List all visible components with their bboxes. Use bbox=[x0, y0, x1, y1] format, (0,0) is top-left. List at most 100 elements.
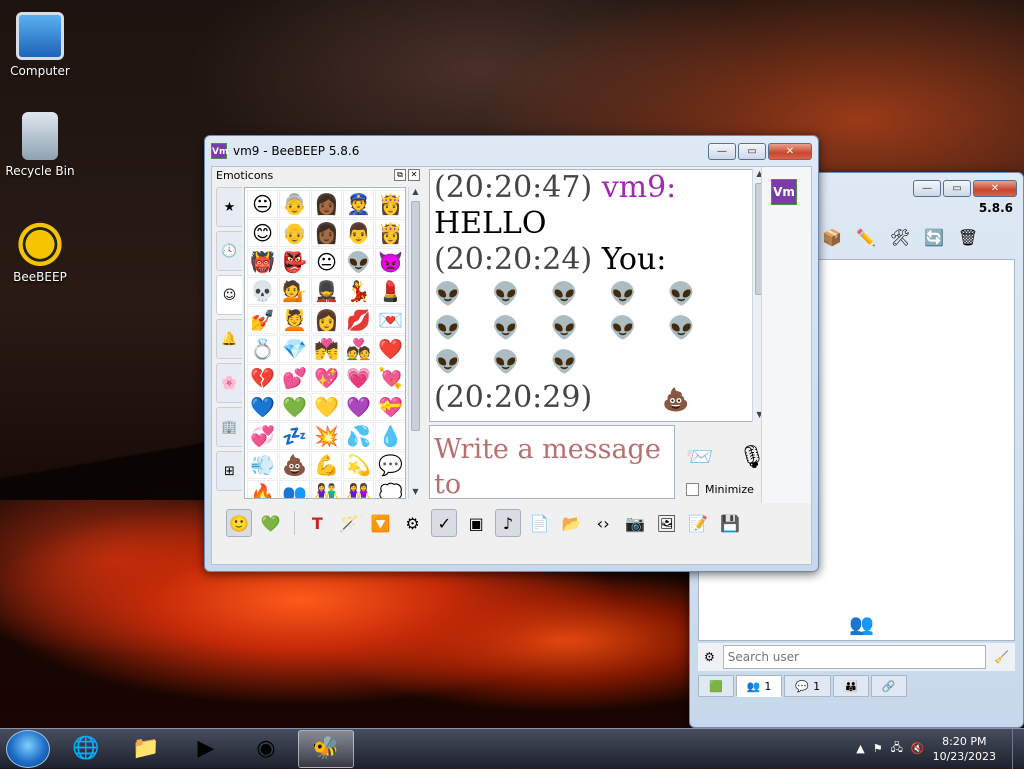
emoticon-cell[interactable]: 💨 bbox=[247, 451, 278, 479]
emoticon-cell[interactable]: 👿 bbox=[375, 248, 405, 276]
emoticon-cell[interactable]: 💀 bbox=[247, 277, 278, 305]
maximize-button[interactable]: ▭ bbox=[738, 142, 766, 160]
emoticon-cell[interactable]: 💪 bbox=[311, 451, 342, 479]
emoticon-cell[interactable]: 🔥 bbox=[247, 480, 278, 498]
emoticon-cell[interactable]: 💄 bbox=[375, 277, 405, 305]
emoticon-cell[interactable]: ❤️ bbox=[375, 335, 405, 363]
emoticon-cell[interactable]: 👩 bbox=[311, 306, 342, 334]
emoticon-cell[interactable]: 👭 bbox=[343, 480, 374, 498]
emoticon-cell[interactable]: 💃 bbox=[343, 277, 374, 305]
emoticon-cell[interactable]: 👸 bbox=[375, 219, 405, 247]
minimize-button[interactable]: — bbox=[708, 142, 736, 160]
close-icon[interactable]: ✕ bbox=[408, 169, 420, 181]
emoticon-cell[interactable]: 💜 bbox=[343, 393, 374, 421]
emoticon-cell[interactable]: 💍 bbox=[247, 335, 278, 363]
emoticon-cell[interactable]: 👩🏾 bbox=[311, 190, 342, 218]
update-icon[interactable]: 🔄 bbox=[922, 225, 946, 249]
emoticon-cell[interactable]: 💭 bbox=[375, 480, 405, 498]
bell-icon[interactable]: 🔔 bbox=[216, 319, 242, 359]
emoticon-cell[interactable]: 👺 bbox=[279, 248, 310, 276]
emoticon-cell[interactable]: 👴 bbox=[279, 219, 310, 247]
send-file-icon[interactable]: 📄 bbox=[527, 509, 553, 537]
desktop-icon-beebeep[interactable]: BeeBEEP bbox=[0, 218, 80, 284]
filter-icon[interactable]: 🔽 bbox=[368, 509, 394, 537]
emoticon-cell[interactable]: 💆 bbox=[279, 306, 310, 334]
clock[interactable]: 8:20 PM 10/23/2023 bbox=[933, 734, 996, 764]
people-icon[interactable]: ☺ bbox=[216, 275, 242, 315]
tab-groups[interactable]: 👪 bbox=[833, 675, 869, 697]
emoticon-cell[interactable]: 💞 bbox=[247, 422, 278, 450]
tab-users[interactable]: 👥 1 bbox=[735, 675, 783, 697]
emoticon-cell[interactable]: 💘 bbox=[375, 364, 405, 392]
emoticon-cell[interactable]: 💑 bbox=[343, 335, 374, 363]
emoticon-cell[interactable]: 💅 bbox=[247, 306, 278, 334]
emoticon-cell[interactable]: 👹 bbox=[247, 248, 278, 276]
emoticon-cell[interactable]: 💖 bbox=[311, 364, 342, 392]
emoticon-cell[interactable]: 💝 bbox=[375, 393, 405, 421]
emoticon-cell[interactable]: 💔 bbox=[247, 364, 278, 392]
tools-icon[interactable]: 🛠 bbox=[888, 225, 912, 249]
maximize-button[interactable]: ▭ bbox=[943, 179, 971, 197]
emoticon-cell[interactable]: 💏 bbox=[311, 335, 342, 363]
emoticon-cell[interactable]: 👵 bbox=[279, 190, 310, 218]
tab-share[interactable]: 🔗 bbox=[870, 675, 907, 697]
emoticon-cell[interactable]: 💛 bbox=[311, 393, 342, 421]
minimize-checkbox[interactable] bbox=[686, 483, 699, 496]
user-avatar[interactable]: Vm bbox=[771, 179, 797, 205]
chat-window-titlebar[interactable]: Vm vm9 - BeeBEEP 5.8.6 — ▭ ✕ bbox=[205, 136, 818, 166]
chat-history[interactable]: (20:20:47) vm9: HELLO (20:20:24) You: 👽 … bbox=[429, 169, 765, 422]
emoticon-cell[interactable]: 💦 bbox=[343, 422, 374, 450]
emoticon-cell[interactable]: 👸 bbox=[375, 190, 405, 218]
clear-broom-icon[interactable]: 🧹 bbox=[994, 650, 1009, 664]
screenshot-icon[interactable]: 🖼 bbox=[654, 509, 680, 537]
emoticon-cell[interactable]: 💌 bbox=[375, 306, 405, 334]
star-icon[interactable]: ★ bbox=[216, 187, 242, 227]
emoticon-cell[interactable]: 💫 bbox=[343, 451, 374, 479]
send-folder-icon[interactable]: 📂 bbox=[559, 509, 585, 537]
network-icon[interactable]: 🖧 bbox=[891, 739, 903, 758]
tab-chats[interactable]: 💬 1 bbox=[784, 675, 832, 697]
emoticon-cell[interactable]: 👽 bbox=[343, 248, 374, 276]
emoticon-cell[interactable]: 😊 bbox=[247, 219, 278, 247]
beebeep-taskbar-icon[interactable]: 🐝 bbox=[298, 729, 354, 768]
gem-icon[interactable]: 💚 bbox=[258, 509, 284, 537]
building-icon[interactable]: 🏢 bbox=[216, 407, 242, 447]
save-icon[interactable]: 💾 bbox=[717, 509, 743, 537]
emoticon-button[interactable]: 🙂 bbox=[226, 509, 252, 537]
emoticon-cell[interactable]: 💬 bbox=[375, 451, 405, 479]
emoticon-cell[interactable]: 💁 bbox=[279, 277, 310, 305]
emoticon-cell[interactable]: 👮 bbox=[343, 190, 374, 218]
undock-icon[interactable]: ⧉ bbox=[394, 169, 406, 181]
font-icon[interactable]: T bbox=[305, 509, 331, 537]
start-button[interactable] bbox=[6, 729, 50, 768]
close-button[interactable]: ✕ bbox=[973, 179, 1017, 197]
edit-icon[interactable]: ✏️ bbox=[854, 225, 878, 249]
desktop-icon-recycle-bin[interactable]: Recycle Bin bbox=[0, 112, 80, 178]
internet-explorer-icon[interactable]: 🌐 bbox=[58, 730, 114, 768]
music-note-icon[interactable]: ♪ bbox=[495, 509, 521, 537]
symbols-icon[interactable]: ⊞ bbox=[216, 451, 242, 491]
message-input[interactable]: Write a message to bbox=[429, 425, 675, 500]
emoticon-cell[interactable]: 👩🏾 bbox=[311, 219, 342, 247]
code-icon[interactable]: ‹› bbox=[590, 509, 616, 537]
emoticon-cell[interactable]: 👨 bbox=[343, 219, 374, 247]
emoticon-cell[interactable]: 👫 bbox=[311, 480, 342, 498]
emoticon-cell[interactable]: 💙 bbox=[247, 393, 278, 421]
color-icon[interactable]: 🪄 bbox=[336, 509, 362, 537]
send-icon[interactable]: 📨 bbox=[686, 445, 713, 470]
emoticon-cell[interactable]: 💗 bbox=[343, 364, 374, 392]
emoticon-cell[interactable]: 💋 bbox=[343, 306, 374, 334]
emoticon-cell[interactable]: 👥 bbox=[279, 480, 310, 498]
camera-icon[interactable]: 📷 bbox=[622, 509, 648, 537]
file-explorer-icon[interactable]: 📁 bbox=[118, 730, 174, 768]
settings-gear-icon[interactable]: ⚙ bbox=[704, 650, 715, 664]
package-icon[interactable]: 📦 bbox=[820, 225, 844, 249]
chrome-icon[interactable]: ◉ bbox=[238, 730, 294, 768]
minimize-option[interactable]: Minimize bbox=[686, 483, 754, 496]
spellcheck-icon[interactable]: ✓ bbox=[431, 509, 458, 537]
minimize-button[interactable]: — bbox=[913, 179, 941, 197]
desktop-icon-computer[interactable]: Computer bbox=[0, 12, 80, 78]
emoticon-cell[interactable]: 💎 bbox=[279, 335, 310, 363]
emoticon-cell[interactable]: 💩 bbox=[279, 451, 310, 479]
tray-expand-icon[interactable]: ▲ bbox=[856, 742, 864, 755]
